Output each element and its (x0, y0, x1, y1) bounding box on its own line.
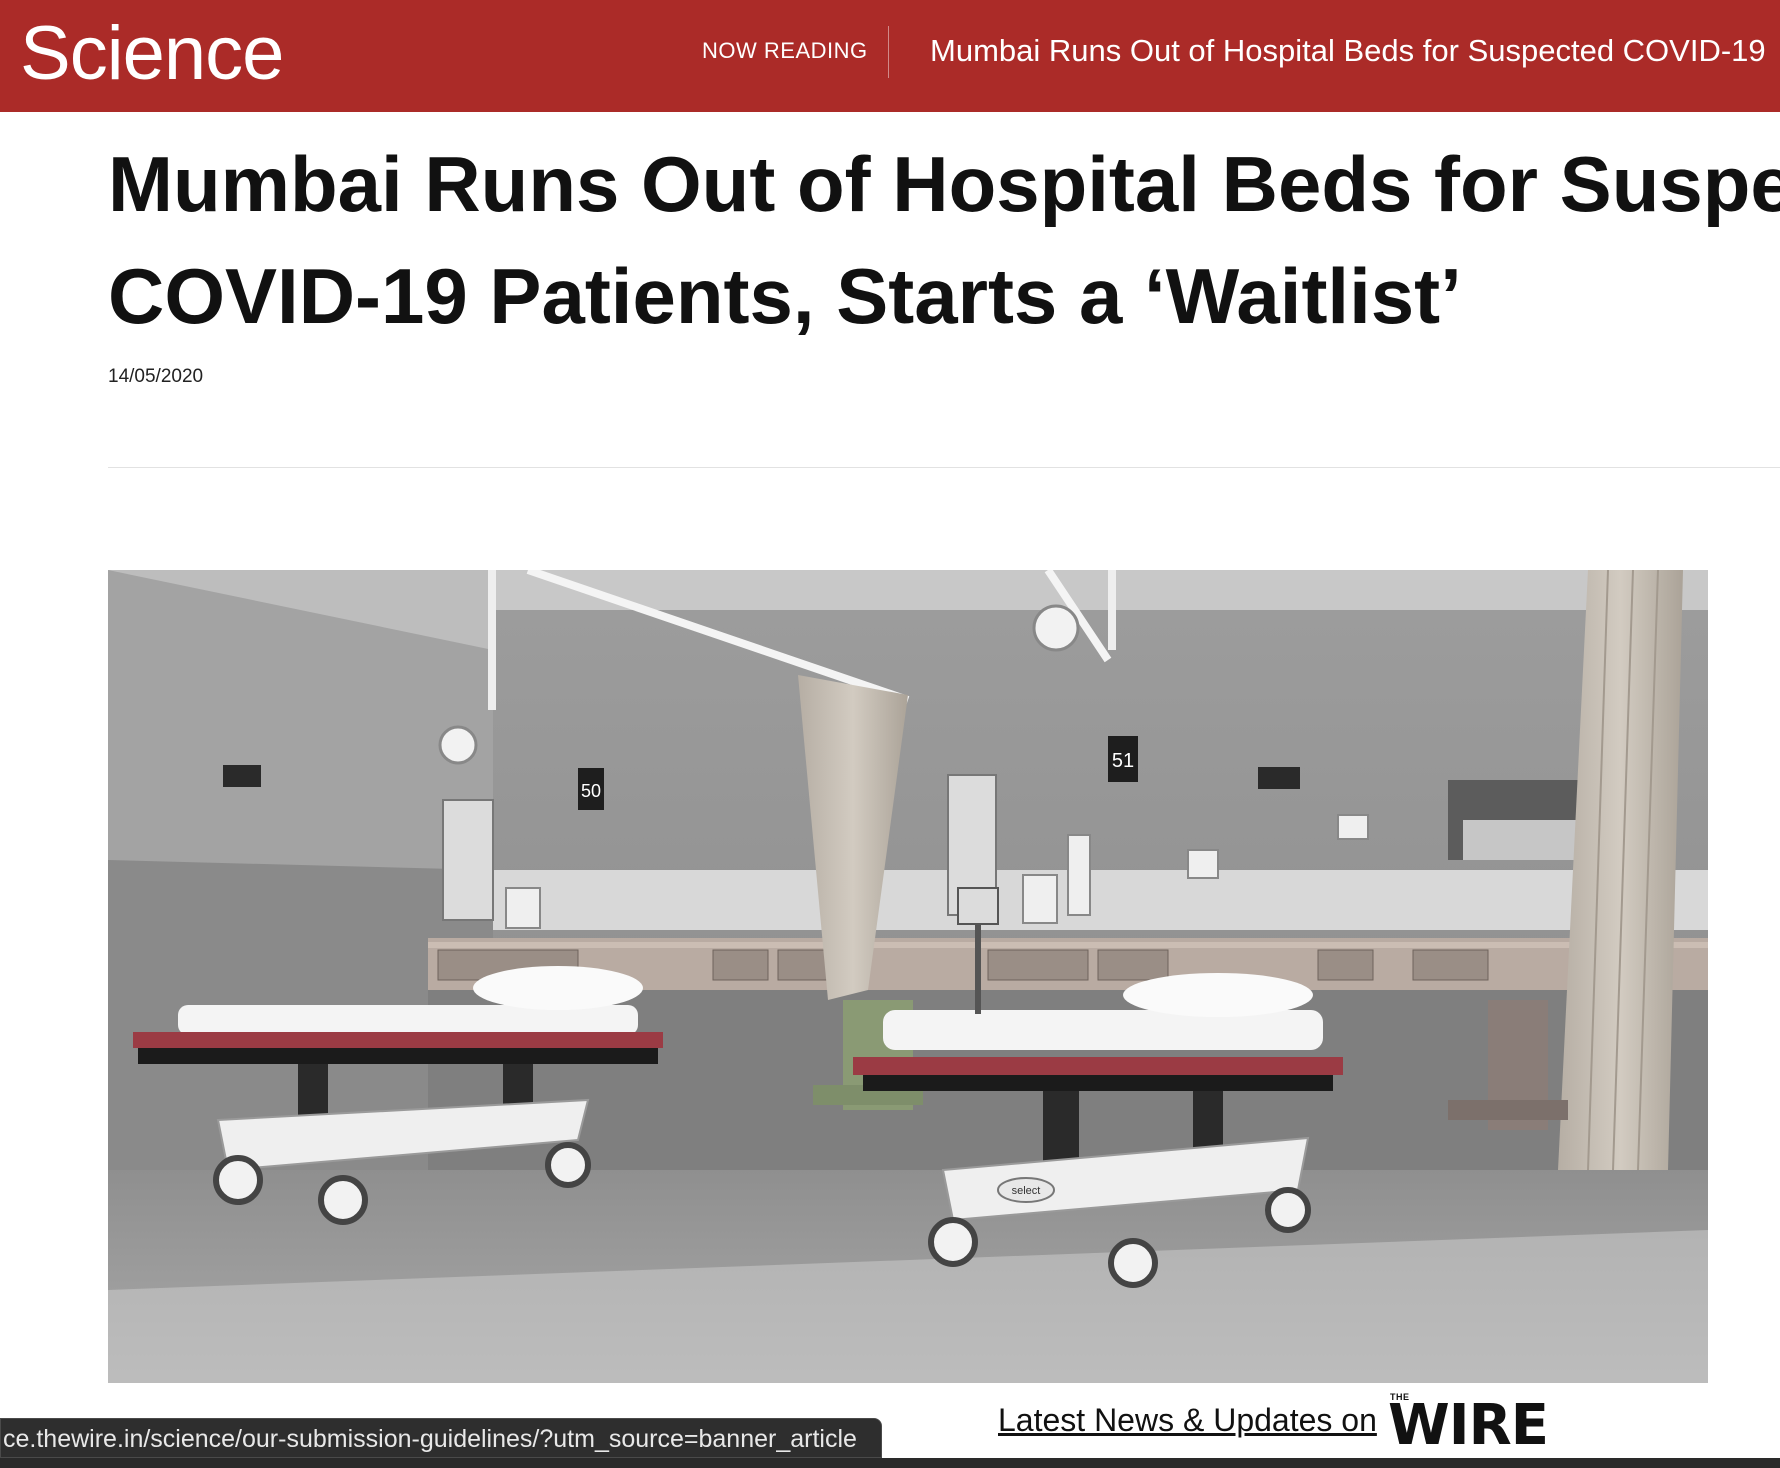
wire-logo-word: WIRE (1388, 1393, 1549, 1458)
article-headline: Mumbai Runs Out of Hospital Beds for Sus… (108, 128, 1780, 352)
headline-line-1: Mumbai Runs Out of Hospital Beds for Sus… (108, 140, 1780, 228)
bed-brand-label: select (1012, 1185, 1041, 1197)
bed-number-51: 51 (1112, 750, 1134, 772)
the-wire-logo[interactable]: THE WIRE (1388, 1392, 1554, 1454)
bed-number-50: 50 (581, 781, 601, 801)
window-bottom-edge (0, 1458, 1780, 1468)
site-logo[interactable]: Science (20, 12, 284, 96)
status-bar-url: ce.thewire.in/science/our-submission-gui… (0, 1418, 882, 1458)
article-date: 14/05/2020 (108, 366, 204, 387)
header-divider (888, 26, 889, 78)
hospital-ward-illustration: 50 51 select (108, 570, 1708, 1383)
site-header: Science NOW READING Mumbai Runs Out of H… (0, 0, 1780, 112)
now-reading-label: NOW READING (702, 38, 868, 63)
headline-line-2: COVID-19 Patients, Starts a ‘Waitlist’ (108, 252, 1462, 340)
now-reading-title[interactable]: Mumbai Runs Out of Hospital Beds for Sus… (930, 32, 1766, 70)
latest-news-link[interactable]: Latest News & Updates on (998, 1402, 1377, 1439)
section-divider (108, 467, 1780, 468)
hero-image: 50 51 select (108, 570, 1708, 1383)
